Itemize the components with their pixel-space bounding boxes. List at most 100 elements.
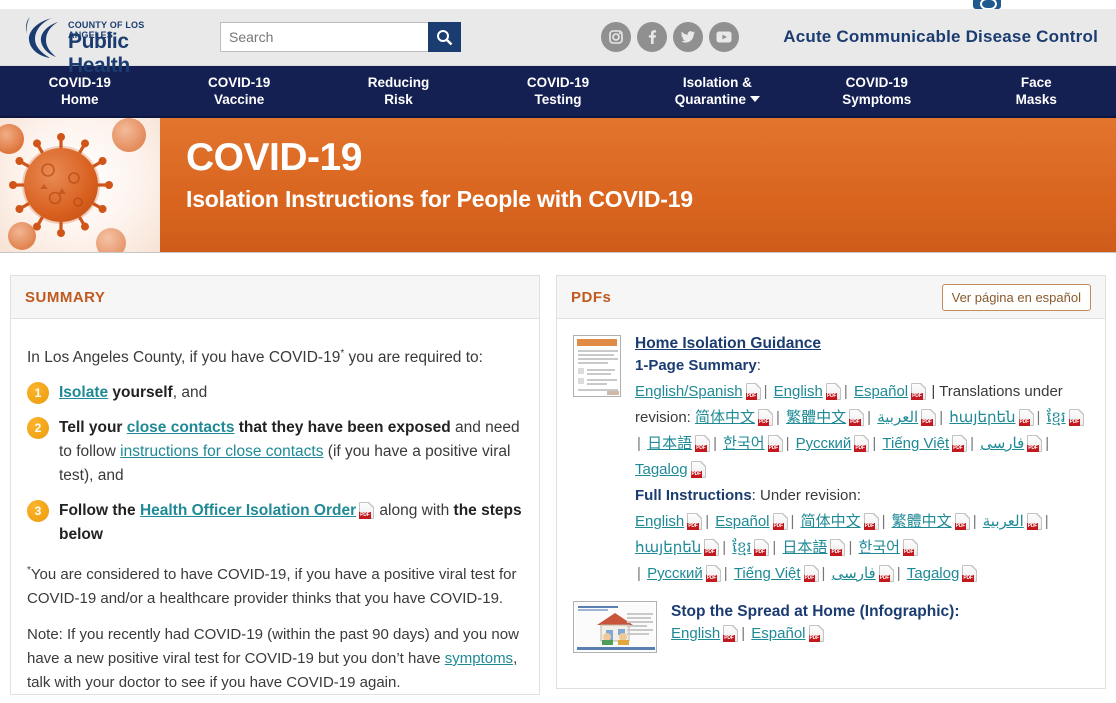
full-link-zh-hant[interactable]: 繁體中文 [892,513,952,530]
twitter-icon[interactable] [673,22,703,52]
infographic-link-english[interactable]: English [671,625,720,642]
full-link-vietnamese[interactable]: Tiếng Việt [734,565,801,582]
view-spanish-page-button[interactable]: Ver página en español [941,283,1091,311]
youtube-icon[interactable] [709,22,739,52]
pdf-icon[interactable] [825,383,841,400]
nav-item-line2: Symptoms [842,92,912,107]
summary-link-espanol[interactable]: Español [854,383,908,400]
pdf-icon[interactable] [687,513,703,530]
summary-link-english[interactable]: English [774,383,823,400]
nav-item-line1: Face [1020,75,1052,90]
lacounty-public-health-logo[interactable]: COUNTY OF LOS ANGELES Public Health [22,14,172,77]
department-title[interactable]: Acute Communicable Disease Control [783,27,1098,47]
summary-link-english-spanish[interactable]: English/Spanish [635,383,743,400]
pdf-icon[interactable] [952,435,968,452]
full-link-tagalog[interactable]: Tagalog [907,565,960,582]
instructions-for-close-contacts-link[interactable]: instructions for close contacts [120,443,323,460]
pdf-icon[interactable] [772,513,788,530]
summary-translation-korean[interactable]: 한국어 [723,435,764,452]
nav-item-line1: Reducing [367,75,430,90]
pdf-icon[interactable] [695,435,711,452]
pdf-doc-title: Stop the Spread at Home (Infographic): [671,603,960,620]
health-officer-isolation-order-link[interactable]: Health Officer Isolation Order [140,502,356,519]
home-isolation-guidance-thumbnail[interactable] [573,335,621,397]
pdf-icon[interactable] [767,435,783,452]
pdf-icon[interactable] [1068,409,1084,426]
full-link-armenian[interactable]: հայերեն [635,539,701,556]
pdf-icon[interactable] [754,539,770,556]
pdf-icon[interactable] [962,565,978,582]
summary-translation-khmer[interactable]: ខ្មែរ [1047,409,1066,426]
full-link-japanese[interactable]: 日本語 [782,539,827,556]
pdf-icon[interactable] [921,409,937,426]
pdf-icon[interactable] [878,565,894,582]
nav-item-line2: Home [60,92,99,107]
pdf-icon[interactable] [723,625,739,642]
nav-item-reducing-risk[interactable]: Reducing Risk [319,74,478,108]
full-link-korean[interactable]: 한국어 [859,539,900,556]
summary-translation-russian[interactable]: Русский [796,435,852,452]
symptoms-link[interactable]: symptoms [445,650,513,667]
pdf-icon[interactable] [854,435,870,452]
summary-translation-japanese[interactable]: 日本語 [647,435,692,452]
pdf-icon[interactable] [954,513,970,530]
infographic-link-espanol[interactable]: Español [751,625,805,642]
pdf-icon[interactable] [745,383,761,400]
summary-translation-zh-hant[interactable]: 繁體中文 [786,409,846,426]
summary-translation-farsi[interactable]: فارسی [980,435,1024,452]
pdfs-panel-header: PDFs Ver página en español [557,276,1105,319]
facebook-icon[interactable] [637,22,667,52]
nav-item-covid19-symptoms[interactable]: COVID-19 Symptoms [797,74,956,108]
close-contacts-link[interactable]: close contacts [127,419,235,436]
instagram-icon[interactable] [601,22,631,52]
pdf-icon[interactable] [1018,409,1034,426]
chevron-down-icon[interactable] [750,96,761,102]
pdf-icon[interactable] [902,539,918,556]
full-link-english[interactable]: English [635,513,684,530]
home-isolation-guidance-link[interactable]: Home Isolation Guidance [635,335,821,352]
full-link-russian[interactable]: Русский [647,565,703,582]
nav-item-isolation-quarantine[interactable]: Isolation & Quarantine [638,74,797,108]
full-link-farsi[interactable]: فارسی [832,565,876,582]
full-link-khmer[interactable]: ខ្មែរ [732,539,751,556]
browser-top-strip [0,0,1116,10]
nav-item-covid19-home[interactable]: COVID-19 Home [0,74,159,108]
summary-translation-tagalog[interactable]: Tagalog [635,461,688,478]
step-text: Isolate yourself, and [59,381,207,405]
site-header: COUNTY OF LOS ANGELES Public Health Acut… [0,9,1116,77]
search-input[interactable] [220,22,428,52]
nav-item-covid19-testing[interactable]: COVID-19 Testing [478,74,637,108]
pdf-icon[interactable] [803,565,819,582]
nav-item-line2: Vaccine [213,92,265,107]
nav-item-line2: Quarantine [638,91,797,108]
full-link-espanol[interactable]: Español [715,513,769,530]
summary-panel: SUMMARY In Los Angeles County, if you ha… [10,275,540,695]
banner-text: COVID-19 Isolation Instructions for Peop… [160,118,1116,252]
pdf-icon[interactable] [758,409,774,426]
step1-bold-1: yourself [108,384,173,401]
isolate-link[interactable]: Isolate [59,384,108,401]
pdf-icon[interactable] [863,513,879,530]
pdf-icon[interactable] [911,383,927,400]
pdf-icon[interactable] [1027,435,1043,452]
full-link-zh-hans[interactable]: 简体中文 [801,513,861,530]
pdf-icon[interactable] [359,502,375,519]
summary-translation-vietnamese[interactable]: Tiếng Việt [882,435,949,452]
pdf-icon[interactable] [704,539,720,556]
pdf-icon[interactable] [830,539,846,556]
summary-translation-zh-hans[interactable]: 简体中文 [695,409,755,426]
nav-item-covid19-vaccine[interactable]: COVID-19 Vaccine [159,74,318,108]
full-link-arabic[interactable]: العربية [983,513,1024,530]
summary-translation-armenian[interactable]: հայերեն [949,409,1015,426]
pdf-icon[interactable] [849,409,865,426]
pdf-icon[interactable] [690,461,706,478]
summary-panel-body: In Los Angeles County, if you have COVID… [11,319,539,694]
stop-the-spread-at-home-thumbnail[interactable] [573,601,657,653]
pdf-icon[interactable] [808,625,824,642]
nav-item-face-masks[interactable]: Face Masks [957,74,1116,108]
summary-translation-arabic[interactable]: العربية [877,409,918,426]
pdf-icon[interactable] [1026,513,1042,530]
summary-footnote: *You are considered to have COVID-19, if… [27,559,523,611]
pdf-icon[interactable] [705,565,721,582]
search-button[interactable] [428,22,461,52]
